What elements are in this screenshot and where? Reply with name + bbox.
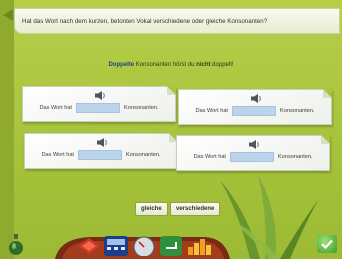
instruction-mid: Konsonanten hörst du <box>134 62 197 68</box>
left-sidebar <box>0 0 14 259</box>
question-bar: Hat das Wort nach dem kurzen, betonten V… <box>14 8 340 34</box>
card-prefix: Das Wort hat <box>39 105 72 111</box>
check-icon <box>321 239 333 249</box>
word-card-2: Das Wort hat Konsonanten. <box>178 89 332 125</box>
card-suffix: Konsonanten. <box>278 154 313 160</box>
speaker-icon[interactable] <box>250 93 263 104</box>
speaker-icon[interactable] <box>248 139 261 150</box>
instruction-text: Doppelte Konsonanten hörst du nicht dopp… <box>0 62 342 68</box>
answer-field[interactable] <box>78 150 122 160</box>
check-button[interactable] <box>317 235 337 253</box>
answer-field[interactable] <box>76 103 120 113</box>
word-card-1: Das Wort hat Konsonanten. <box>22 86 176 122</box>
app-window: Hat das Wort nach dem kurzen, betonten V… <box>0 0 342 259</box>
card-suffix: Konsonanten. <box>124 105 159 111</box>
gleiche-button[interactable]: gleiche <box>135 202 168 216</box>
card-row: Das Wort hat Konsonanten. <box>25 150 177 160</box>
question-text: Hat das Wort nach dem kurzen, betonten V… <box>22 17 268 25</box>
card-row: Das Wort hat Konsonanten. <box>23 103 175 113</box>
card-row: Das Wort hat Konsonanten. <box>177 152 329 162</box>
instruction-bold: nicht <box>196 62 211 68</box>
potion-bottle-icon[interactable] <box>8 234 24 256</box>
card-suffix: Konsonanten. <box>126 152 161 158</box>
bar-chart-icon[interactable] <box>188 237 212 255</box>
card-row: Das Wort hat Konsonanten. <box>179 106 331 116</box>
calculator-icon[interactable] <box>104 236 128 256</box>
card-prefix: Das Wort hat <box>195 108 228 114</box>
back-arrow-icon[interactable] <box>3 9 13 21</box>
card-prefix: Das Wort hat <box>193 154 226 160</box>
verschiedene-button[interactable]: verschiedene <box>170 202 221 216</box>
answer-field[interactable] <box>232 106 276 116</box>
speaker-icon[interactable] <box>94 90 107 101</box>
card-prefix: Das Wort hat <box>41 152 74 158</box>
diamond-icon[interactable] <box>78 238 100 254</box>
answer-field[interactable] <box>230 152 274 162</box>
instruction-end: doppelt! <box>210 62 234 68</box>
instruction-highlight: Doppelte <box>108 62 135 68</box>
speedometer-icon[interactable] <box>133 236 155 256</box>
word-card-3: Das Wort hat Konsonanten. <box>24 133 178 169</box>
speaker-icon[interactable] <box>96 137 109 148</box>
card-suffix: Konsonanten. <box>280 108 315 114</box>
word-card-4: Das Wort hat Konsonanten. <box>176 135 330 171</box>
return-icon[interactable] <box>160 236 182 256</box>
